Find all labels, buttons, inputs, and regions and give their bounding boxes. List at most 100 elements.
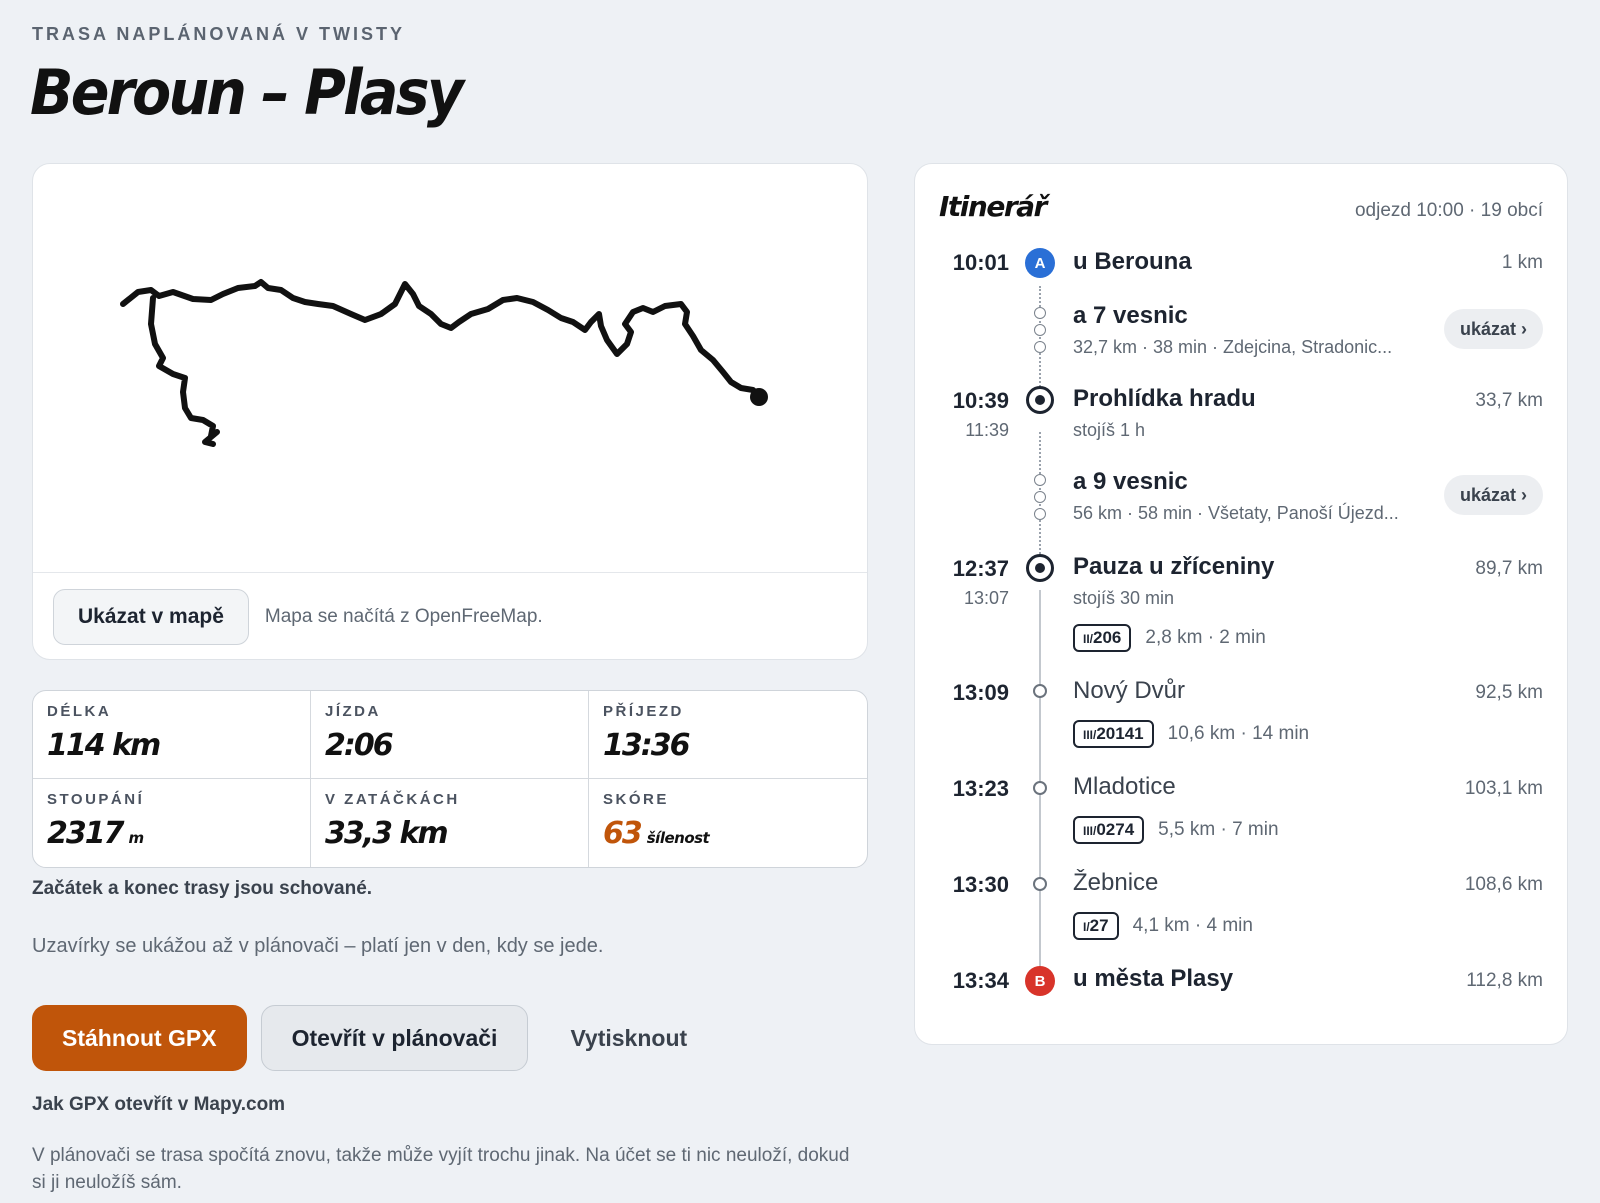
stat-value: 13:36 bbox=[603, 728, 853, 763]
end-marker-icon: B bbox=[1025, 966, 1055, 996]
road-number: 27 bbox=[1089, 916, 1109, 935]
stop-distance: 92,5 km bbox=[1475, 682, 1543, 703]
page-eyebrow: TRASA NAPLÁNOVANÁ V TWISTY bbox=[32, 24, 405, 44]
stop-distance: 108,6 km bbox=[1464, 874, 1543, 895]
road-number: 20141 bbox=[1096, 724, 1144, 743]
print-button[interactable]: Vytisknout bbox=[542, 1005, 715, 1071]
stat-number: 13:36 bbox=[603, 728, 690, 763]
route-line-svg bbox=[120, 279, 768, 447]
itinerary-meta: odjezd 10:00 · 19 obcí bbox=[1354, 200, 1543, 221]
timeline-solid bbox=[1039, 590, 1041, 968]
stop-distance: 33,7 km bbox=[1475, 390, 1543, 411]
page-title: Beroun – Plasy bbox=[30, 56, 464, 129]
villages-summary: 32,7 km · 38 min · Zdejcina, Stradonic..… bbox=[1073, 337, 1393, 357]
show-villages-button[interactable]: ukázat › bbox=[1443, 309, 1543, 349]
closures-note: Uzavírky se ukážou až v plánovači – plat… bbox=[32, 935, 604, 957]
stop-name: Žebnice bbox=[1073, 869, 1159, 896]
road-class: II/ bbox=[1083, 632, 1094, 646]
route-stats: DÉLKA 114 km JÍZDA 2:06 PŘÍJEZD 13:36 ST… bbox=[32, 690, 868, 868]
stop-name: Prohlídka hradu bbox=[1073, 385, 1256, 412]
stat-ride: JÍZDA 2:06 bbox=[311, 691, 589, 779]
stop-time: 13:09 bbox=[952, 680, 1009, 705]
stop-departure-time: 11:39 bbox=[965, 420, 1009, 440]
show-map-button[interactable]: Ukázat v mapě bbox=[53, 589, 249, 645]
stop-time: 10:01 bbox=[952, 250, 1009, 275]
planner-note: V plánovači se trasa spočítá znovu, takž… bbox=[32, 1145, 850, 1193]
stop-distance: 103,1 km bbox=[1464, 778, 1543, 799]
map-card: Ukázat v mapě Mapa se načítá z OpenFreeM… bbox=[32, 163, 868, 660]
stat-unit: m bbox=[128, 829, 145, 847]
stat-arrival: PŘÍJEZD 13:36 bbox=[589, 691, 867, 779]
stop-name: Pauza u zříceniny bbox=[1073, 553, 1275, 580]
road-info: 2,8 km · 2 min bbox=[1145, 627, 1266, 648]
road-class: III/ bbox=[1083, 824, 1097, 838]
villages-dots-icon bbox=[1034, 474, 1046, 525]
stop-time: 13:30 bbox=[952, 872, 1009, 897]
road-number-badge: I/27 bbox=[1073, 912, 1119, 940]
stat-label: PŘÍJEZD bbox=[603, 703, 684, 720]
road-info: 10,6 km · 14 min bbox=[1167, 723, 1310, 744]
stat-length: DÉLKA 114 km bbox=[33, 691, 311, 779]
stop-target-icon bbox=[1026, 554, 1054, 582]
road-number-badge: III/20141 bbox=[1073, 720, 1154, 748]
road-segment: III/0274 5,5 km · 7 min bbox=[1073, 816, 1279, 844]
route-end-dot bbox=[750, 388, 768, 406]
stop-time: 13:23 bbox=[952, 776, 1009, 801]
stat-label: V ZATÁČKÁCH bbox=[325, 791, 460, 808]
stat-label: STOUPÁNÍ bbox=[47, 791, 145, 808]
road-class: I/ bbox=[1083, 920, 1090, 934]
stat-number: 2:06 bbox=[325, 728, 394, 763]
stat-value: 63 šílenost bbox=[603, 816, 853, 851]
stop-name: u Berouna bbox=[1073, 248, 1192, 275]
stat-value: 33,3 km bbox=[325, 816, 574, 851]
stop-distance: 1 km bbox=[1501, 252, 1543, 273]
road-segment: II/206 2,8 km · 2 min bbox=[1073, 624, 1266, 652]
villages-summary: 56 km · 58 min · Všetaty, Panoší Újezd..… bbox=[1073, 503, 1399, 523]
download-gpx-button[interactable]: Stáhnout GPX bbox=[32, 1005, 247, 1071]
stop-duration: stojíš 1 h bbox=[1073, 420, 1146, 440]
road-segment: III/20141 10,6 km · 14 min bbox=[1073, 720, 1309, 748]
gpx-help-link[interactable]: Jak GPX otevřít v Mapy.com bbox=[32, 1094, 285, 1116]
stop-distance: 112,8 km bbox=[1466, 970, 1543, 991]
stop-target-icon bbox=[1026, 386, 1054, 414]
villages-label: a 7 vesnic bbox=[1073, 302, 1188, 329]
stat-number: 33,3 km bbox=[325, 816, 449, 851]
stat-number: 114 km bbox=[47, 728, 161, 763]
road-info: 4,1 km · 4 min bbox=[1132, 915, 1253, 936]
stat-number: 63 bbox=[603, 816, 643, 851]
villages-label: a 9 vesnic bbox=[1073, 468, 1188, 495]
stop-name: Nový Dvůr bbox=[1073, 677, 1186, 704]
stop-time: 10:39 bbox=[952, 388, 1009, 413]
start-marker-icon: A bbox=[1025, 248, 1055, 278]
stop-departure-time: 13:07 bbox=[963, 588, 1009, 608]
stat-label: SKÓRE bbox=[603, 791, 669, 808]
itinerary-card: Itinerář odjezd 10:00 · 19 obcí 10:01 A … bbox=[914, 163, 1568, 1045]
stat-label: JÍZDA bbox=[325, 703, 381, 720]
stat-label: DÉLKA bbox=[47, 703, 112, 720]
road-segment: I/27 4,1 km · 4 min bbox=[1073, 912, 1253, 940]
waypoint-dot-icon bbox=[1033, 781, 1047, 795]
road-info: 5,5 km · 7 min bbox=[1158, 819, 1279, 840]
map-loading-note: Mapa se načítá z OpenFreeMap. bbox=[264, 606, 543, 627]
hidden-endpoints-note: Začátek a konec trasy jsou schované. bbox=[32, 878, 373, 899]
stop-time: 13:34 bbox=[952, 968, 1009, 993]
stat-value: 2:06 bbox=[325, 728, 574, 763]
stat-climb: STOUPÁNÍ 2317 m bbox=[33, 779, 311, 867]
route-map[interactable] bbox=[33, 164, 867, 572]
stat-score: SKÓRE 63 šílenost bbox=[589, 779, 867, 867]
route-line bbox=[120, 279, 762, 447]
waypoint-dot-icon bbox=[1033, 684, 1047, 698]
villages-dots-icon bbox=[1034, 307, 1046, 358]
stop-name: Mladotice bbox=[1073, 773, 1176, 800]
stop-time: 12:37 bbox=[952, 556, 1009, 581]
waypoint-dot-icon bbox=[1033, 877, 1047, 891]
stat-value: 114 km bbox=[47, 728, 296, 763]
stat-unit: šílenost bbox=[646, 829, 710, 847]
road-number: 206 bbox=[1093, 628, 1122, 647]
open-planner-button[interactable]: Otevřít v plánovači bbox=[260, 1005, 529, 1071]
show-villages-button[interactable]: ukázat › bbox=[1443, 475, 1543, 515]
stat-number: 2317 bbox=[47, 816, 124, 851]
road-class: III/ bbox=[1083, 728, 1097, 742]
road-number-badge: III/0274 bbox=[1073, 816, 1145, 844]
stop-duration: stojíš 30 min bbox=[1073, 588, 1175, 608]
